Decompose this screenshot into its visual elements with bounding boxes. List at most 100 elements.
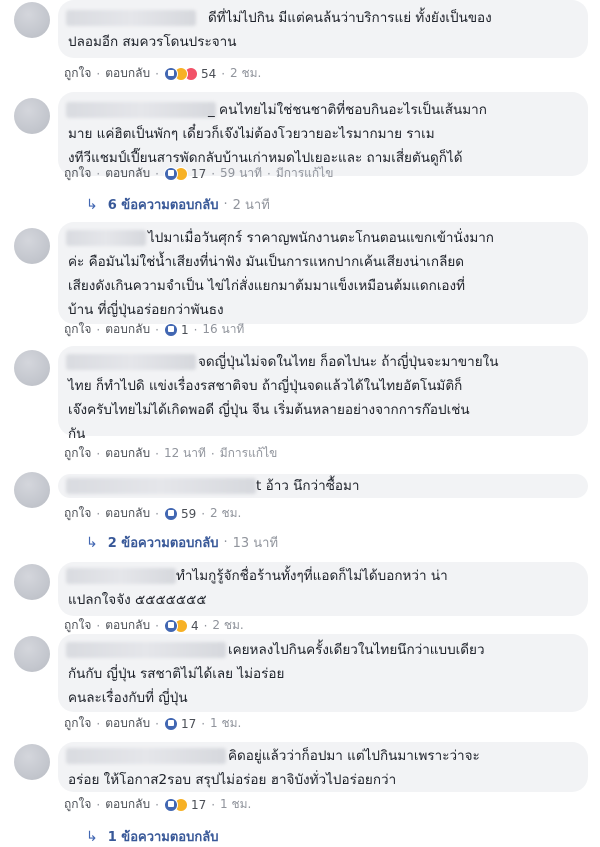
reply-link[interactable]: ตอบกลับ xyxy=(105,444,150,463)
comment-text-line: _ คนไทยไม่ใช่ชนชาติที่ชอบกินอะไรเป็นเส้น… xyxy=(208,102,487,118)
reaction-count[interactable]: 17 xyxy=(181,717,196,731)
commenter-name-blurred[interactable] xyxy=(66,568,176,584)
commenter-name-blurred[interactable] xyxy=(66,354,196,370)
reply-link[interactable]: ตอบกลับ xyxy=(105,164,150,183)
reactions-summary[interactable] xyxy=(163,716,178,731)
reaction-count[interactable]: 1 xyxy=(181,323,189,337)
reactions-summary[interactable] xyxy=(163,618,188,633)
commenter-name-blurred[interactable] xyxy=(66,478,256,494)
edited-label[interactable]: มีการแก้ไข xyxy=(276,164,334,183)
thumb-glyph xyxy=(167,800,174,807)
reply-link[interactable]: ตอบกลับ xyxy=(105,320,150,339)
reaction-count[interactable]: 4 xyxy=(191,619,199,633)
commenter-avatar[interactable] xyxy=(14,636,50,672)
comment-text-line: ไปมาเมื่อวันศุกร์ ราคาญพนักงานตะโกนตอนแข… xyxy=(148,230,494,246)
separator-dot: · xyxy=(96,66,101,81)
comment-time[interactable]: 2 ชม. xyxy=(230,64,261,83)
comment-text-line: ค่ะ คือมันไม่ใช่น้ำเสียงที่น่าฟัง มันเป็… xyxy=(68,254,465,270)
comment-time[interactable]: 16 นาที xyxy=(202,320,244,339)
commenter-avatar[interactable] xyxy=(14,564,50,600)
reply-link[interactable]: ตอบกลับ xyxy=(105,714,150,733)
separator-dot: · xyxy=(96,322,101,337)
thumb-glyph xyxy=(167,621,174,628)
reply-time: 13 นาที xyxy=(232,536,279,551)
like-link[interactable]: ถูกใจ xyxy=(64,444,91,463)
reactions-summary[interactable] xyxy=(163,322,178,337)
separator-dot: · xyxy=(155,322,159,337)
separator-dot: · xyxy=(155,166,159,181)
thumb-glyph xyxy=(167,325,174,332)
comment-text-line: บ้าน ที่ญี่ปุ่นอร่อยกว่าพันธง xyxy=(68,302,224,318)
comment-time[interactable]: 2 ชม. xyxy=(212,616,243,635)
comment-text-line: คิดอยู่แล้วว่าก็อปมา แต่ไปกินมาเพราะว่าจ… xyxy=(228,748,480,764)
view-replies-link[interactable]: ↳ 1 ข้อความตอบกลับ xyxy=(86,826,218,847)
comment-time[interactable]: 2 ชม. xyxy=(210,504,241,523)
like-icon xyxy=(163,166,178,181)
commenter-avatar[interactable] xyxy=(14,98,50,134)
reactions-summary[interactable] xyxy=(163,506,178,521)
commenter-avatar[interactable] xyxy=(14,744,50,780)
commenter-name-blurred[interactable] xyxy=(66,102,216,118)
like-link[interactable]: ถูกใจ xyxy=(64,616,91,635)
reactions-summary[interactable] xyxy=(163,166,188,181)
separator-dot: · xyxy=(96,446,101,461)
comment-time[interactable]: 1 ชม. xyxy=(220,795,251,814)
like-link[interactable]: ถูกใจ xyxy=(64,320,91,339)
comment-actions: ถูกใจ · ตอบกลับ · 4 · 2 ชม. xyxy=(64,616,244,635)
comment-actions: ถูกใจ · ตอบกลับ · 17 · 1 ชม. xyxy=(64,795,251,814)
reply-link[interactable]: ตอบกลับ xyxy=(105,64,150,83)
reactions-summary[interactable] xyxy=(163,66,198,81)
comment-time[interactable]: 59 นาที xyxy=(220,164,262,183)
reaction-count[interactable]: 54 xyxy=(201,67,216,81)
view-replies-link[interactable]: ↳ 6 ข้อความตอบกลับ · 2 นาที xyxy=(86,194,270,215)
comment-text-line: ดีที่ไม่ไปกิน มีแต่คนล้นว่าบริการแย่ ทั้… xyxy=(208,10,492,26)
comment-text-line: กัน xyxy=(68,426,86,442)
reply-link[interactable]: ตอบกลับ xyxy=(105,616,150,635)
commenter-avatar[interactable] xyxy=(14,228,50,264)
comment-text-line: เสียงดังเกินความจำเป็น ไข่ไก่สั่งแยกมาต้… xyxy=(68,278,466,294)
reply-count-label[interactable]: 2 ข้อความตอบกลับ xyxy=(108,532,219,553)
comment-bubble: ดีที่ไม่ไปกิน มีแต่คนล้นว่าบริการแย่ ทั้… xyxy=(58,0,588,58)
like-icon xyxy=(163,322,178,337)
commenter-name-blurred[interactable] xyxy=(66,748,226,764)
separator-dot: · xyxy=(221,66,226,81)
comment-text-line: ไทย ก็ทำไปดิ แข่งเรื่องรสชาติจบ ถ้าญี่ปุ… xyxy=(68,378,463,394)
separator-dot: · xyxy=(201,716,206,731)
comment-bubble: ไปมาเมื่อวันศุกร์ ราคาญพนักงานตะโกนตอนแข… xyxy=(58,222,588,324)
commenter-name-blurred[interactable] xyxy=(66,230,146,246)
like-link[interactable]: ถูกใจ xyxy=(64,504,91,523)
comment-bubble: เคยหลงไปกินครั้งเดียวในไทยนึกว่าแบบเดียว… xyxy=(58,634,588,712)
edited-label[interactable]: มีการแก้ไข xyxy=(220,444,278,463)
commenter-name-blurred[interactable] xyxy=(66,10,196,26)
separator-dot: · xyxy=(223,535,228,550)
comment-actions: ถูกใจ · ตอบกลับ · 17 · 59 นาที · มีการแก้ไข xyxy=(64,164,333,183)
like-link[interactable]: ถูกใจ xyxy=(64,64,91,83)
reply-arrow-icon: ↳ xyxy=(86,534,98,551)
reply-count-label[interactable]: 1 ข้อความตอบกลับ xyxy=(108,826,219,847)
reply-link[interactable]: ตอบกลับ xyxy=(105,504,150,523)
reply-link[interactable]: ตอบกลับ xyxy=(105,795,150,814)
comment-actions: ถูกใจ · ตอบกลับ · 17 · 1 ชม. xyxy=(64,714,241,733)
thumb-glyph xyxy=(167,69,174,76)
commenter-name-blurred[interactable] xyxy=(66,642,226,658)
comment-text-line: ปลอมอีก สมควรโดนประจาน xyxy=(68,34,237,50)
reply-count-label[interactable]: 6 ข้อความตอบกลับ xyxy=(108,194,219,215)
reaction-count[interactable]: 17 xyxy=(191,167,206,181)
separator-dot: · xyxy=(266,166,271,181)
commenter-avatar[interactable] xyxy=(14,350,50,386)
commenter-avatar[interactable] xyxy=(14,472,50,508)
comment-text-line: จดญี่ปุ่นไม่จดในไทย ก็อดไปนะ ถ้าญี่ปุ่นจ… xyxy=(198,354,499,370)
commenter-avatar[interactable] xyxy=(14,2,50,38)
reaction-count[interactable]: 17 xyxy=(191,798,206,812)
separator-dot: · xyxy=(155,797,159,812)
like-link[interactable]: ถูกใจ xyxy=(64,795,91,814)
reactions-summary[interactable] xyxy=(163,797,188,812)
comment-time[interactable]: 12 นาที xyxy=(164,444,206,463)
reaction-count[interactable]: 59 xyxy=(181,507,196,521)
comment-text-line: มาย แค่ฮิตเป็นพักๆ เดี๋ยวก็เจ๊งไม่ต้องโว… xyxy=(68,126,435,142)
view-replies-link[interactable]: ↳ 2 ข้อความตอบกลับ · 13 นาที xyxy=(86,532,278,553)
comment-time[interactable]: 1 ชม. xyxy=(210,714,241,733)
like-link[interactable]: ถูกใจ xyxy=(64,714,91,733)
like-link[interactable]: ถูกใจ xyxy=(64,164,91,183)
comment-actions: ถูกใจ · ตอบกลับ · 12 นาที · มีการแก้ไข xyxy=(64,444,277,463)
